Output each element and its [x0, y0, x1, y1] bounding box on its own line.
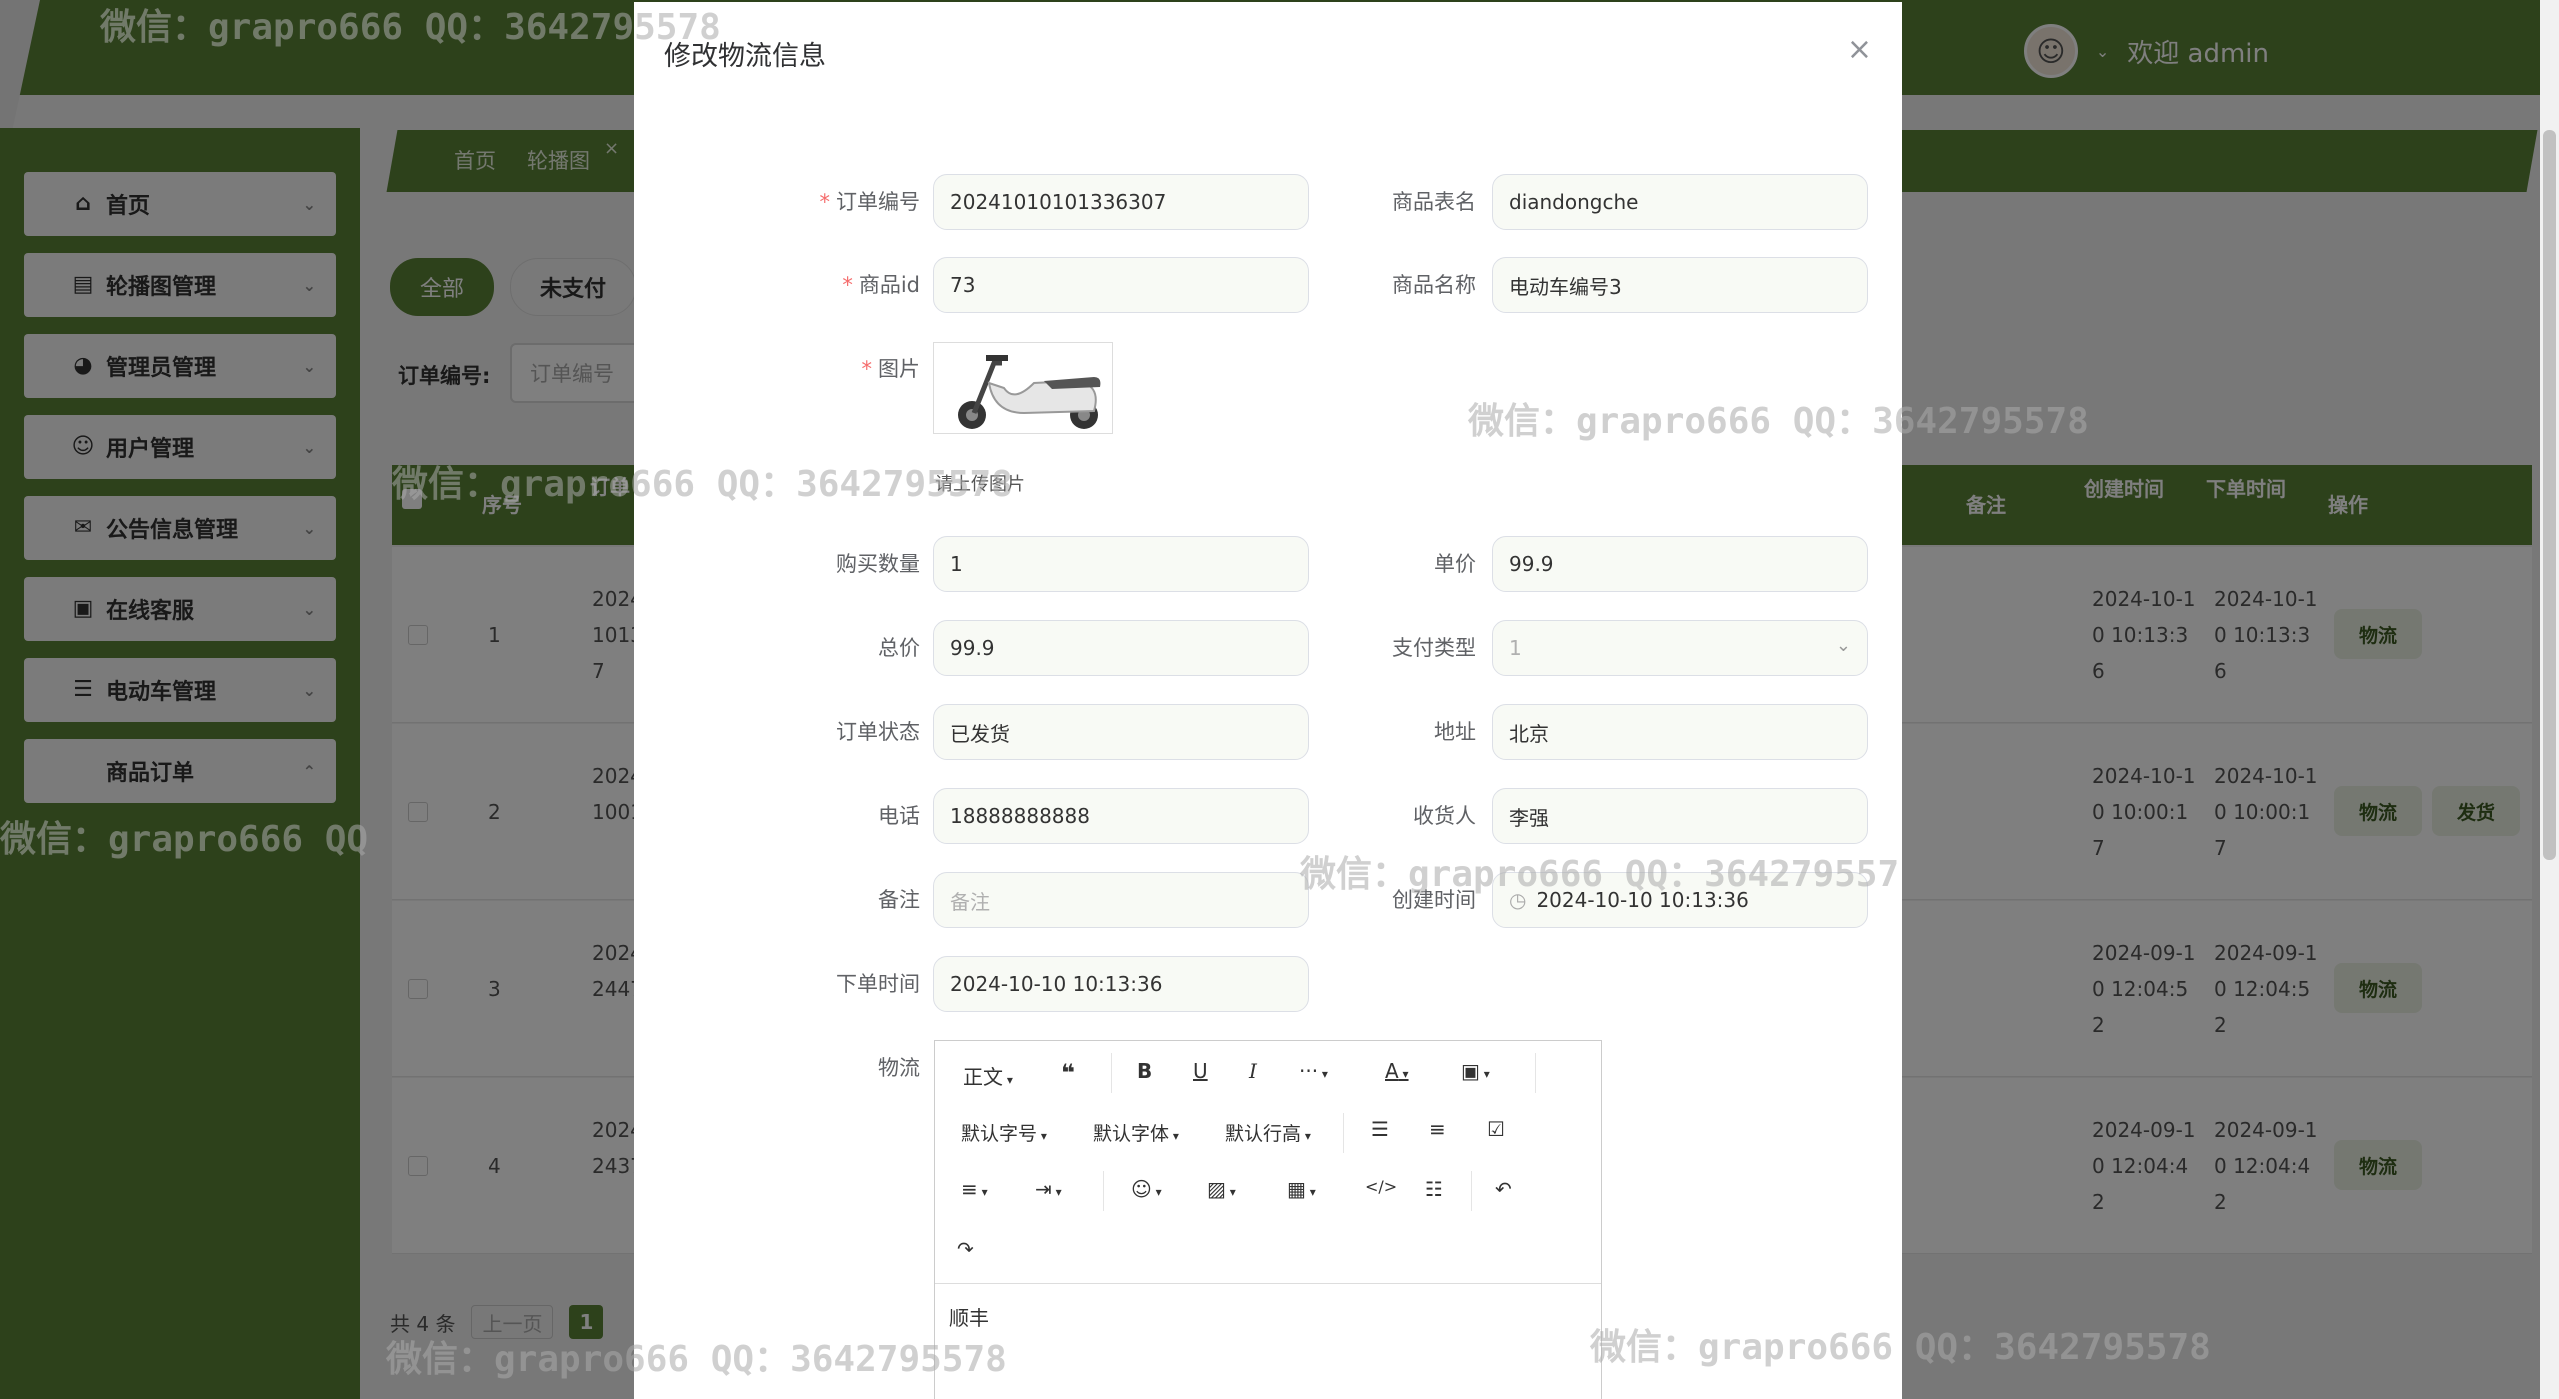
italic-icon[interactable]: I	[1249, 1059, 1257, 1083]
pay-type-select[interactable]: 1 ⌄	[1492, 620, 1868, 676]
phone-input[interactable]: 18888888888	[933, 788, 1309, 844]
watermark: 微信：grapro666 QQ：3642795578	[1468, 401, 2089, 442]
font-size-select[interactable]: 默认字号 ▾	[961, 1119, 1047, 1146]
scrollbar-thumb[interactable]	[2543, 130, 2556, 860]
bullet-list-icon[interactable]: ☰	[1371, 1117, 1389, 1141]
table-name-input[interactable]: diandongche	[1492, 174, 1868, 230]
goods-id-input[interactable]: 73	[933, 257, 1309, 313]
code-icon[interactable]: </>	[1365, 1177, 1397, 1196]
status-input[interactable]: 已发货	[933, 704, 1309, 760]
redo-icon[interactable]: ↷	[957, 1237, 974, 1261]
ordered-input[interactable]: 2024-10-10 10:13:36	[933, 956, 1309, 1012]
undo-icon[interactable]: ↶	[1495, 1177, 1512, 1201]
price-input[interactable]: 99.9	[1492, 536, 1868, 592]
pay-type-value: 1	[1509, 636, 1522, 660]
align-icon[interactable]: ≡ ▾	[961, 1177, 988, 1201]
watermark: 微信：grapro666 QQ：3642795578	[1590, 1327, 2211, 1368]
receiver-label: 收货人	[1413, 804, 1476, 828]
image-label: * 图片	[861, 357, 921, 381]
more-icon[interactable]: ··· ▾	[1299, 1059, 1328, 1083]
watermark: 微信：grapro666 QQ：3642795578	[392, 464, 1013, 505]
remark-input[interactable]: 备注	[933, 872, 1309, 928]
order-no-input[interactable]: 20241010101336307	[933, 174, 1309, 230]
rich-text-editor[interactable]: 正文 ▾ ❝ B U I ··· ▾ A ▾ ▣ ▾ 默认字号 ▾ 默认字体 ▾…	[934, 1040, 1602, 1399]
todo-icon[interactable]: ☑	[1487, 1117, 1505, 1141]
receiver-input[interactable]: 李强	[1492, 788, 1868, 844]
chevron-down-icon: ⌄	[1835, 635, 1851, 656]
editor-content[interactable]: 顺丰	[935, 1283, 1601, 1349]
address-input[interactable]: 北京	[1492, 704, 1868, 760]
total-input[interactable]: 99.9	[933, 620, 1309, 676]
quantity-input[interactable]: 1	[933, 536, 1309, 592]
image-icon[interactable]: ▨ ▾	[1207, 1177, 1236, 1201]
phone-label: 电话	[878, 804, 920, 828]
bold-icon[interactable]: B	[1137, 1059, 1152, 1083]
quantity-label: 购买数量	[836, 552, 920, 576]
edit-logistics-dialog: 修改物流信息 × * 订单编号 20241010101336307 商品表名 di…	[634, 2, 1902, 1399]
divider-icon[interactable]: ☷	[1425, 1177, 1443, 1201]
close-icon[interactable]: ×	[1847, 32, 1872, 67]
underline-icon[interactable]: U	[1193, 1059, 1208, 1083]
background-color-icon[interactable]: ▣ ▾	[1461, 1059, 1490, 1083]
status-label: 订单状态	[836, 720, 920, 744]
numbered-list-icon[interactable]: ≡	[1429, 1117, 1446, 1141]
goods-name-input[interactable]: 电动车编号3	[1492, 257, 1868, 313]
emoji-icon[interactable]: ☺ ▾	[1131, 1177, 1162, 1201]
watermark: 微信：grapro666 QQ：3642795578	[386, 1339, 1007, 1380]
logistics-label: 物流	[878, 1056, 920, 1080]
font-family-select[interactable]: 默认字体 ▾	[1093, 1119, 1179, 1146]
pay-type-label: 支付类型	[1392, 636, 1476, 660]
order-no-label: * 订单编号	[819, 190, 921, 214]
remark-label: 备注	[878, 888, 920, 912]
heading-select[interactable]: 正文 ▾	[963, 1061, 1013, 1090]
address-label: 地址	[1434, 720, 1476, 744]
quote-icon[interactable]: ❝	[1061, 1059, 1075, 1087]
watermark: 微信：grapro666 QQ：364279557	[1300, 854, 1900, 895]
scooter-image[interactable]	[933, 342, 1113, 434]
font-color-icon[interactable]: A ▾	[1385, 1059, 1409, 1083]
line-height-select[interactable]: 默认行高 ▾	[1225, 1119, 1311, 1146]
goods-name-label: 商品名称	[1392, 273, 1476, 297]
table-icon[interactable]: ▦ ▾	[1287, 1177, 1316, 1201]
indent-icon[interactable]: ⇥ ▾	[1035, 1177, 1062, 1201]
watermark: 微信：grapro666 QQ	[0, 819, 369, 860]
total-label: 总价	[878, 636, 920, 660]
ordered-label: 下单时间	[836, 972, 920, 996]
price-label: 单价	[1434, 552, 1476, 576]
table-name-label: 商品表名	[1392, 190, 1476, 214]
goods-id-label: * 商品id	[842, 273, 920, 297]
watermark: 微信：grapro666 QQ：3642795578	[100, 7, 721, 48]
